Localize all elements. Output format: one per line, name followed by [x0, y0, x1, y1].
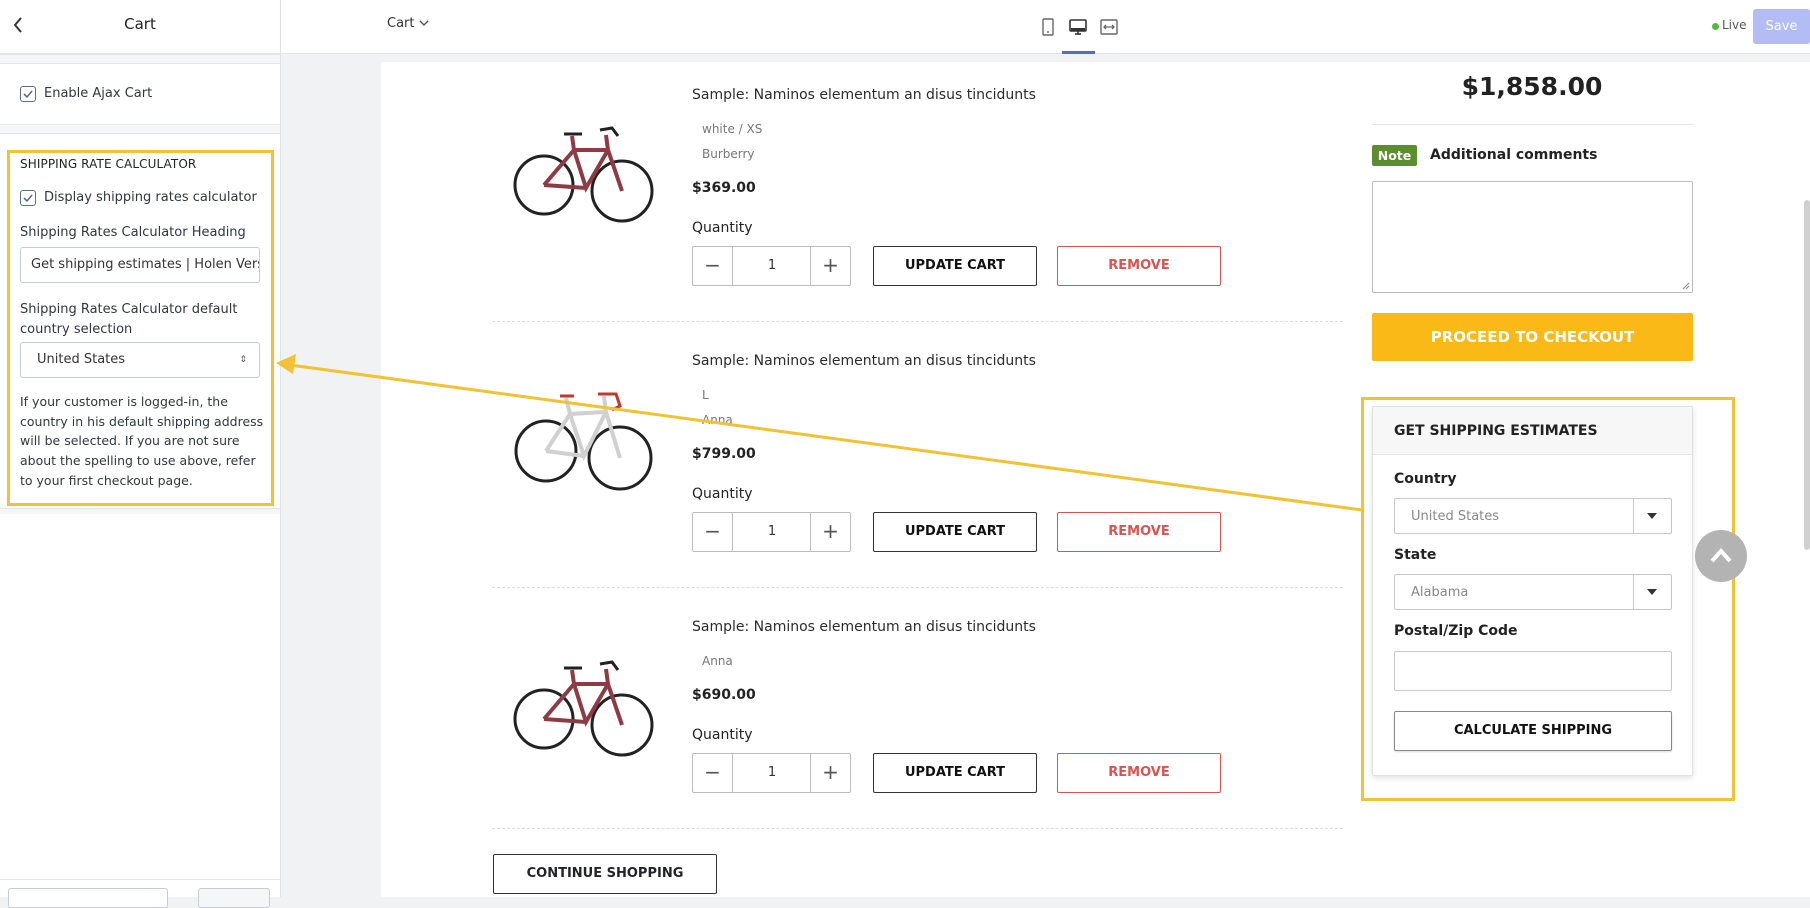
chevron-up-icon: [1710, 548, 1732, 563]
plus-icon[interactable]: +: [810, 754, 850, 792]
comments-textarea[interactable]: [1372, 181, 1693, 293]
plus-icon[interactable]: +: [810, 247, 850, 285]
item-variant: L: [702, 388, 709, 402]
row-divider: [492, 828, 1343, 829]
proceed-to-checkout-button[interactable]: PROCEED TO CHECKOUT: [1372, 313, 1693, 361]
live-status-dot-icon: [1712, 23, 1719, 30]
shipping-panel-header: GET SHIPPING ESTIMATES: [1373, 407, 1692, 455]
state-select[interactable]: Alabama: [1394, 574, 1672, 610]
minus-icon[interactable]: −: [693, 754, 733, 792]
zip-input[interactable]: [1394, 651, 1672, 691]
caret-down-icon[interactable]: [1633, 499, 1671, 533]
resize-handle-icon[interactable]: [1682, 282, 1690, 290]
plus-icon[interactable]: +: [810, 513, 850, 551]
zip-label: Postal/Zip Code: [1394, 623, 1518, 639]
enable-ajax-checkbox[interactable]: [20, 86, 36, 102]
enable-ajax-label: Enable Ajax Cart: [44, 86, 153, 101]
calculate-shipping-button[interactable]: CALCULATE SHIPPING: [1394, 711, 1672, 751]
note-badge: Note: [1372, 145, 1417, 166]
remove-button[interactable]: REMOVE: [1057, 753, 1221, 793]
caret-down-icon[interactable]: [1633, 575, 1671, 609]
help-text: If your customer is logged-in, the count…: [20, 394, 264, 488]
quantity-label: Quantity: [692, 727, 753, 743]
total-divider: [1372, 124, 1693, 125]
quantity-stepper: − 1 +: [692, 753, 851, 793]
item-variant: Anna: [702, 654, 733, 668]
full-width-view-icon[interactable]: [1098, 16, 1120, 38]
item-variant: Anna: [702, 413, 733, 427]
divider: [0, 508, 280, 514]
item-variant: Burberry: [702, 147, 755, 161]
row-divider: [492, 321, 1343, 322]
country-select-value: United States: [1411, 509, 1500, 524]
live-status-label: Live: [1722, 18, 1747, 32]
footer-button-group[interactable]: [198, 888, 270, 908]
update-cart-button[interactable]: UPDATE CART: [873, 246, 1037, 286]
update-cart-button[interactable]: UPDATE CART: [873, 512, 1037, 552]
item-title[interactable]: Sample: Naminos elementum an disus tinci…: [692, 87, 1036, 103]
shipping-panel-title: GET SHIPPING ESTIMATES: [1394, 423, 1598, 439]
quantity-stepper: − 1 +: [692, 512, 851, 552]
quantity-stepper: − 1 +: [692, 246, 851, 286]
save-button[interactable]: Save: [1753, 9, 1810, 44]
display-calc-label: Display shipping rates calculator: [44, 190, 257, 205]
display-calc-checkbox[interactable]: [20, 190, 36, 206]
quantity-label: Quantity: [692, 220, 753, 236]
footer-input[interactable]: [8, 888, 168, 908]
item-title[interactable]: Sample: Naminos elementum an disus tinci…: [692, 619, 1036, 635]
sidebar-header: Cart: [0, 0, 280, 54]
sidebar-title: Cart: [124, 15, 156, 33]
divider: [0, 54, 280, 64]
heading-field-label: Shipping Rates Calculator Heading: [20, 225, 246, 240]
state-label: State: [1394, 547, 1437, 563]
item-title[interactable]: Sample: Naminos elementum an disus tinci…: [692, 353, 1036, 369]
item-price: $369.00: [692, 180, 756, 196]
active-view-indicator: [1062, 51, 1095, 54]
product-image[interactable]: [508, 88, 656, 242]
remove-button[interactable]: REMOVE: [1057, 512, 1221, 552]
country-field-label: Shipping Rates Calculator default countr…: [20, 302, 238, 337]
editor-topbar: Cart Live Save: [281, 0, 1810, 54]
update-cart-button[interactable]: UPDATE CART: [873, 753, 1037, 793]
select-arrows-icon: ⇕: [239, 355, 247, 365]
country-select-value: United States: [37, 352, 126, 367]
country-label: Country: [1394, 471, 1457, 487]
quantity-input[interactable]: 1: [733, 513, 811, 551]
quantity-input[interactable]: 1: [733, 247, 811, 285]
remove-button[interactable]: REMOVE: [1057, 246, 1221, 286]
theme-editor-sidebar: Cart Enable Ajax Cart SHIPPING RATE CALC…: [0, 0, 281, 908]
section-title: SHIPPING RATE CALCULATOR: [20, 157, 197, 171]
shipping-estimates-panel: GET SHIPPING ESTIMATES Country United St…: [1372, 406, 1693, 776]
cart-total: $1,858.00: [1461, 72, 1603, 101]
scroll-to-top-button[interactable]: [1695, 530, 1747, 582]
divider: [0, 879, 280, 880]
chevron-down-icon: [419, 17, 429, 30]
item-variant: white / XS: [702, 122, 763, 136]
page-selector[interactable]: Cart: [387, 16, 429, 31]
product-image[interactable]: [508, 622, 656, 776]
quantity-input[interactable]: 1: [733, 754, 811, 792]
quantity-label: Quantity: [692, 486, 753, 502]
country-select[interactable]: United States ⇕: [20, 342, 260, 378]
minus-icon[interactable]: −: [693, 247, 733, 285]
heading-input[interactable]: Get shipping estimates | Holen Versandko…: [20, 247, 260, 283]
desktop-view-icon[interactable]: [1067, 16, 1089, 38]
product-image[interactable]: [508, 356, 656, 510]
country-select[interactable]: United States: [1394, 498, 1672, 534]
item-price: $799.00: [692, 446, 756, 462]
page-selector-label: Cart: [387, 16, 415, 31]
divider: [0, 124, 280, 134]
note-label: Additional comments: [1430, 147, 1598, 163]
minus-icon[interactable]: −: [693, 513, 733, 551]
row-divider: [492, 587, 1343, 588]
item-price: $690.00: [692, 687, 756, 703]
continue-shopping-button[interactable]: CONTINUE SHOPPING: [493, 854, 717, 894]
state-select-value: Alabama: [1411, 585, 1469, 600]
mobile-view-icon[interactable]: [1037, 16, 1059, 38]
preview-scrollbar[interactable]: [1804, 200, 1810, 550]
